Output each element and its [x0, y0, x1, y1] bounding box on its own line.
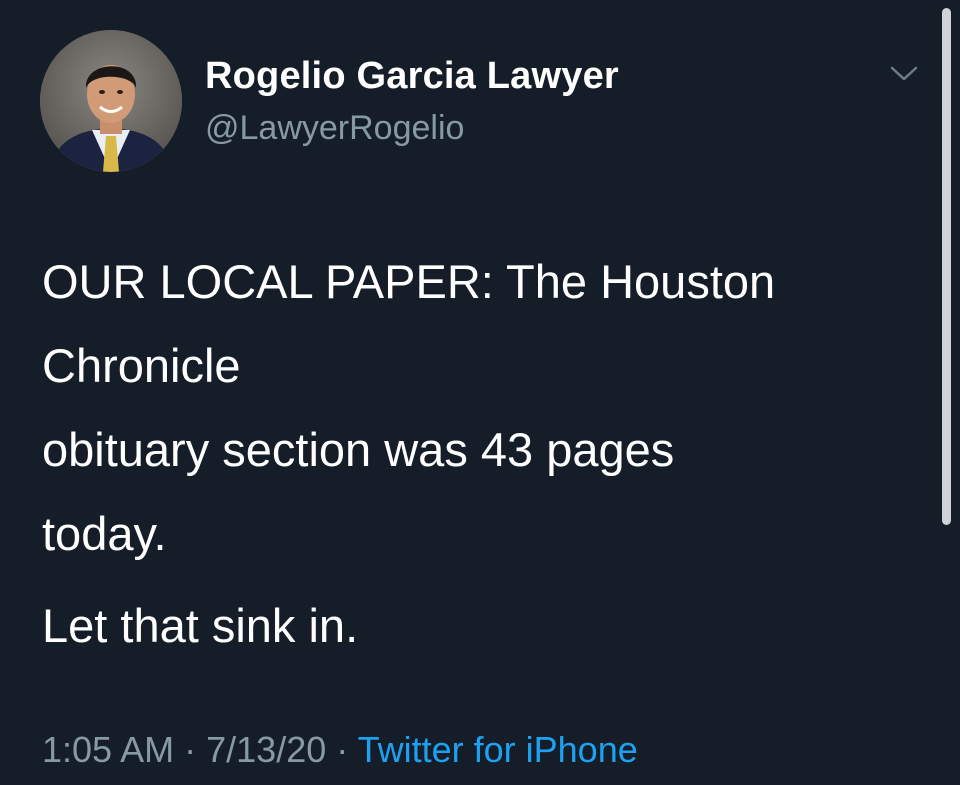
meta-separator: · [184, 729, 197, 770]
tweet-meta: 1:05 AM · 7/13/20 · Twitter for iPhone [42, 729, 638, 771]
tweet-text-line: Chronicle [42, 339, 241, 392]
tweet-view: Rogelio Garcia Lawyer @LawyerRogelio OUR… [0, 0, 960, 785]
scrollbar[interactable] [942, 8, 951, 525]
tweet-text-line: OUR LOCAL PAPER: The Houston [42, 255, 776, 308]
tweet-text-line: obituary section was 43 pages [42, 423, 675, 476]
author-handle[interactable]: @LawyerRogelio [205, 109, 464, 148]
avatar[interactable] [40, 30, 182, 172]
meta-separator: · [336, 729, 349, 770]
tweet-text-line: today. [42, 507, 167, 560]
tweet-text: OUR LOCAL PAPER: The Houston Chronicle o… [42, 240, 922, 668]
tweet-date: 7/13/20 [206, 729, 327, 770]
author-display-name[interactable]: Rogelio Garcia Lawyer [205, 55, 619, 98]
chevron-down-icon[interactable] [884, 58, 924, 88]
tweet-time: 1:05 AM [42, 729, 175, 770]
tweet-source-link[interactable]: Twitter for iPhone [358, 729, 638, 770]
avatar-photo [40, 30, 182, 172]
tweet-closing-line: Let that sink in. [42, 599, 359, 652]
